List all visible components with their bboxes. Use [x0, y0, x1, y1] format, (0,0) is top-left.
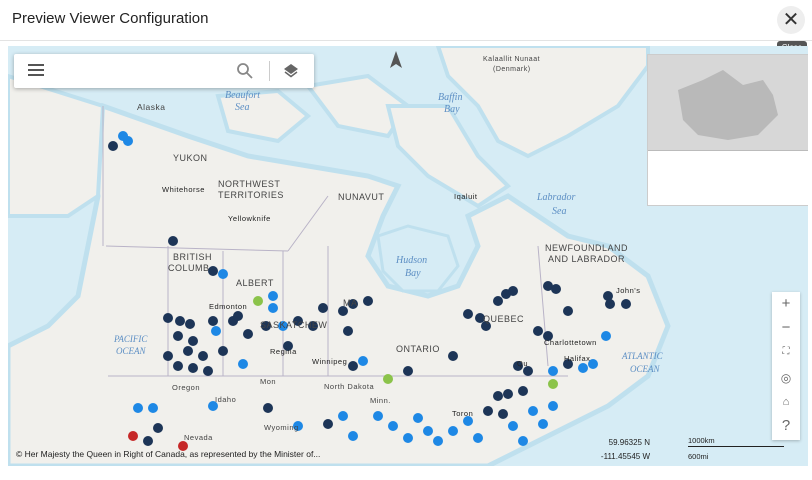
label-labrador-1: Labrador — [537, 192, 576, 203]
label-nevada: Nevada — [184, 433, 213, 442]
label-north-dakota: North Dakota — [324, 382, 375, 391]
label-oregon: Oregon — [172, 383, 201, 392]
map-viewer[interactable]: Alaska YUKON Whitehorse NORTHWEST TERRIT… — [8, 46, 808, 466]
map-search-bar — [14, 54, 314, 88]
label-charlottetown: Charlottetown — [544, 338, 597, 347]
dialog-header: Preview Viewer Configuration ✕ — [0, 0, 812, 41]
config-dialog: Preview Viewer Configuration ✕ Close — [0, 0, 812, 480]
close-icon: ✕ — [782, 9, 800, 31]
layers-icon[interactable] — [282, 62, 300, 80]
hamburger-menu-icon[interactable] — [28, 64, 44, 78]
label-nwt-1: NORTHWEST — [218, 179, 281, 189]
coord-lat: 59.96325 N — [608, 438, 650, 447]
fullscreen-button[interactable]: ⛶ — [772, 340, 800, 364]
scale-imperial: 600mi — [688, 452, 709, 461]
label-manitoba: MA — [343, 298, 358, 308]
label-pacific-1: PACIFIC — [114, 334, 148, 344]
label-baffin-2: Bay — [444, 104, 460, 115]
label-quebec: QUEBEC — [483, 314, 525, 324]
label-idaho: Idaho — [215, 395, 237, 404]
label-alberta: ALBERT — [236, 278, 274, 288]
locate-icon: ◎ — [780, 371, 792, 385]
label-labrador-2: Sea — [552, 206, 567, 217]
label-st-johns: John's — [616, 286, 641, 295]
label-montana: Mon — [260, 377, 277, 386]
north-arrow-icon — [390, 51, 402, 68]
label-atlantic-2: OCEAN — [630, 364, 660, 374]
label-winnipeg: Winnipeg — [312, 357, 348, 366]
label-yukon: YUKON — [173, 153, 208, 163]
overview-map[interactable] — [648, 55, 808, 151]
home-icon: ⌂ — [782, 396, 790, 408]
label-nunavut: NUNAVUT — [338, 192, 385, 202]
label-ontario: ONTARIO — [396, 344, 440, 354]
fullscreen-icon: ⛶ — [782, 346, 790, 357]
label-beaufort-1: Beaufort — [225, 90, 260, 101]
label-baffin-1: Baffin — [438, 92, 463, 103]
label-sask: SASKATCHEW — [260, 320, 328, 330]
label-edmonton: Edmonton — [209, 302, 248, 311]
label-yellowknife: Yellowknife — [228, 214, 271, 223]
label-iqaluit: Iqaluit — [454, 192, 478, 201]
label-bc-1: BRITISH — [173, 252, 213, 262]
label-nwt-2: TERRITORIES — [218, 190, 284, 200]
label-pacific-2: OCEAN — [116, 346, 146, 356]
label-kalaallit-2: (Denmark) — [493, 66, 531, 73]
label-bc-2: COLUMB — [168, 263, 210, 273]
map-attribution: © Her Majesty the Queen in Right of Cana… — [16, 449, 321, 459]
zoom-out-button[interactable]: − — [772, 316, 800, 340]
label-hudson-2: Bay — [405, 268, 421, 279]
label-beaufort-2: Sea — [235, 102, 250, 113]
label-alaska: Alaska — [137, 102, 166, 112]
search-divider — [269, 61, 270, 81]
label-regina: Regina — [270, 347, 297, 356]
dialog-title: Preview Viewer Configuration — [12, 10, 209, 27]
label-toronto: Toron — [452, 409, 474, 418]
label-whitehorse: Whitehorse — [162, 185, 205, 194]
search-icon[interactable] — [236, 62, 254, 80]
label-hudson-1: Hudson — [396, 255, 428, 266]
help-button[interactable]: ? — [772, 414, 800, 438]
zoom-in-button[interactable]: + — [772, 292, 800, 316]
close-button[interactable]: ✕ — [777, 6, 805, 34]
label-minnesota: Minn. — [370, 396, 391, 405]
label-wyoming: Wyoming — [264, 423, 299, 432]
label-newfoundland-2: AND LABRADOR — [548, 254, 626, 264]
scale-bar: 1000km 600mi — [688, 436, 784, 464]
label-halifax: Halifax — [564, 354, 591, 363]
map-nav-controls: + − ⛶ ◎ ⌂ ? — [772, 292, 800, 440]
overview-map-panel — [647, 54, 808, 206]
label-newfoundland-1: NEWFOUNDLAND — [545, 243, 629, 253]
label-kalaallit-1: Kalaallit Nunaat — [483, 56, 541, 63]
coord-lon: -111.45545 W — [600, 452, 650, 461]
geolocate-button[interactable]: ◎ — [772, 366, 800, 390]
scale-metric: 1000km — [688, 436, 715, 445]
label-atlantic-1: ATLANTIC — [622, 351, 663, 361]
label-quebec-city: Qu — [517, 359, 529, 368]
home-button[interactable]: ⌂ — [772, 390, 800, 414]
